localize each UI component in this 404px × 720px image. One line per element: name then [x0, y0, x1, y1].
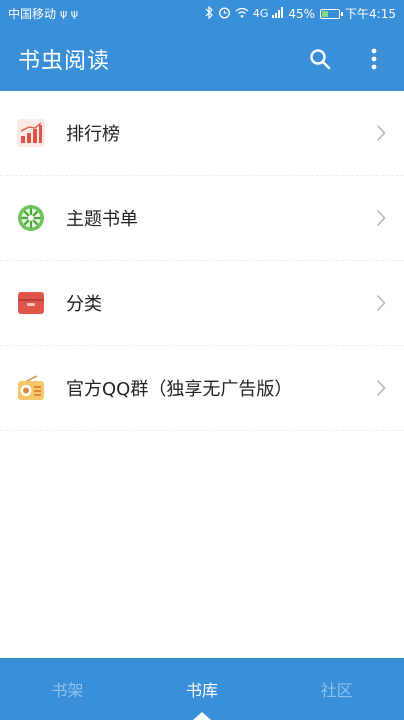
signal-icon	[272, 6, 284, 21]
tab-label: 社区	[320, 681, 353, 700]
menu-list: 排行榜 主题书单 分类 官方QQ群（独享无广告版）	[0, 91, 404, 431]
status-right: 4G 45% 下午4:15	[205, 5, 396, 22]
bluetooth-icon	[205, 5, 214, 22]
bottom-nav: 书架 书库 社区	[0, 658, 404, 720]
battery-level	[322, 10, 329, 17]
menu-item-category[interactable]: 分类	[0, 261, 404, 346]
carrier-label: 中国移动	[8, 7, 57, 21]
search-icon[interactable]	[308, 47, 332, 71]
menu-item-label: 分类	[66, 294, 102, 315]
menu-item-theme-booklist[interactable]: 主题书单	[0, 176, 404, 261]
alarm-icon	[218, 6, 231, 22]
tab-label: 书架	[51, 681, 84, 700]
tab-bookshelf[interactable]: 书架	[0, 658, 135, 720]
usb-icon: ψ ψ	[60, 7, 79, 20]
chevron-right-icon	[374, 293, 388, 313]
tab-library[interactable]: 书库	[135, 658, 270, 720]
menu-item-qq-group[interactable]: 官方QQ群（独享无广告版）	[0, 346, 404, 431]
clock: 下午4:15	[345, 7, 396, 21]
status-bar: 中国移动 ψ ψ 4G 45% 下午4:15	[0, 0, 404, 27]
tab-community[interactable]: 社区	[269, 658, 404, 720]
chevron-right-icon	[374, 123, 388, 143]
battery-percent: 45%	[288, 6, 316, 21]
network-type: 4G	[252, 7, 269, 20]
status-left: 中国移动 ψ ψ	[8, 5, 78, 22]
chevron-right-icon	[374, 208, 388, 228]
app-title: 书虫阅读	[18, 49, 111, 74]
battery-icon	[320, 8, 344, 19]
radio-icon	[16, 373, 46, 403]
menu-item-ranking[interactable]: 排行榜	[0, 91, 404, 176]
wifi-icon	[235, 7, 249, 21]
tab-label: 书库	[186, 681, 219, 700]
active-tab-indicator	[193, 712, 211, 720]
menu-item-label: 排行榜	[66, 124, 120, 145]
category-box-icon	[16, 288, 46, 318]
app-bar: 书虫阅读	[0, 27, 404, 91]
menu-item-label: 主题书单	[66, 209, 138, 230]
app-actions	[308, 47, 386, 71]
menu-item-label: 官方QQ群（独享无广告版）	[66, 379, 293, 400]
chevron-right-icon	[374, 378, 388, 398]
theme-booklist-icon	[16, 203, 46, 233]
more-vert-icon[interactable]	[362, 47, 386, 71]
ranking-chart-icon	[16, 118, 46, 148]
